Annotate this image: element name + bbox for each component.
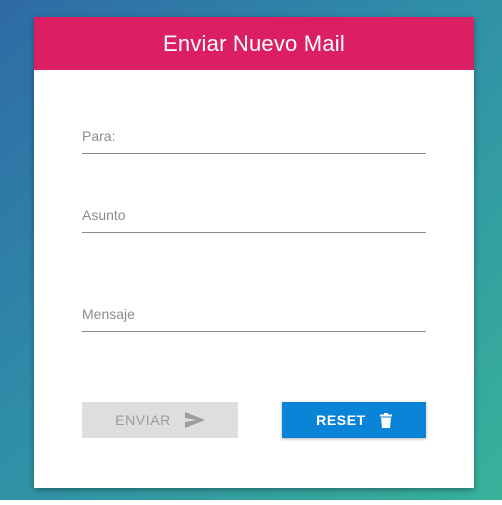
para-input[interactable] [82, 128, 426, 153]
mail-form-card: Enviar Nuevo Mail ENVIAR RESET [34, 17, 474, 488]
para-field [82, 128, 426, 154]
asunto-field [82, 207, 426, 233]
enviar-button-label: ENVIAR [115, 412, 171, 428]
reset-button-label: RESET [316, 412, 366, 428]
mensaje-field [82, 306, 426, 332]
form-title: Enviar Nuevo Mail [163, 30, 345, 56]
send-icon [184, 412, 205, 428]
trash-icon [379, 412, 392, 428]
enviar-button[interactable]: ENVIAR [82, 402, 238, 438]
asunto-input[interactable] [82, 207, 426, 232]
form-header: Enviar Nuevo Mail [34, 17, 474, 70]
reset-button[interactable]: RESET [282, 402, 426, 438]
mensaje-input[interactable] [82, 306, 426, 331]
